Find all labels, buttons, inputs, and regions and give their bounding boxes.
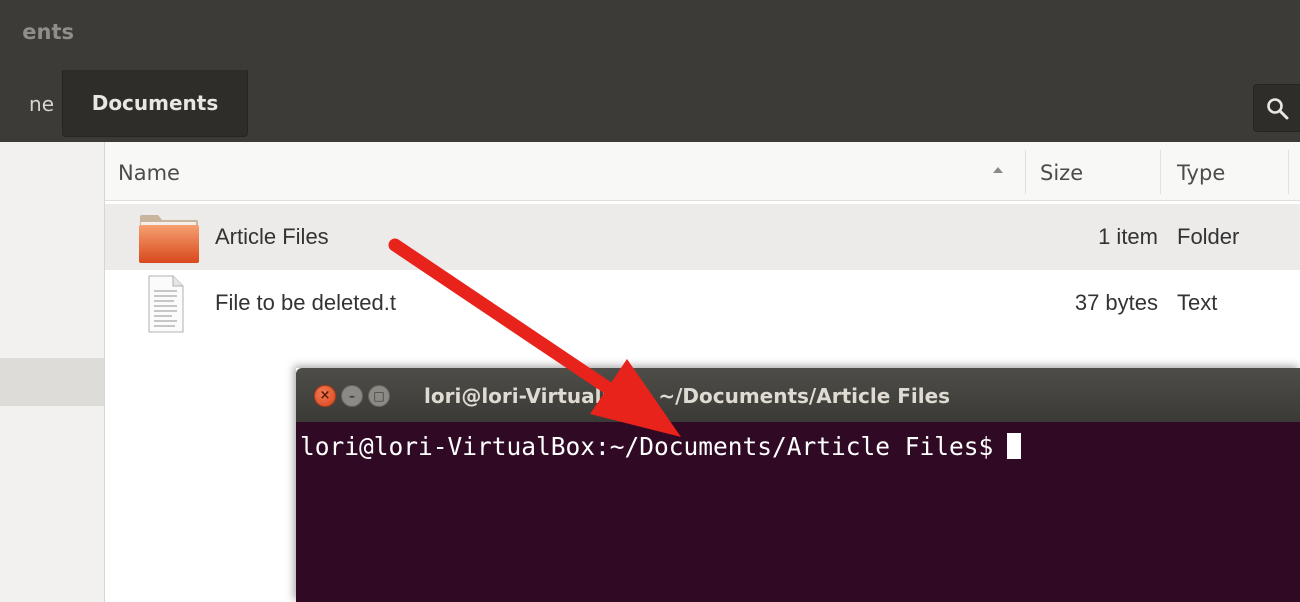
column-divider xyxy=(1160,150,1161,194)
search-button[interactable] xyxy=(1253,84,1300,132)
file-size: 37 bytes xyxy=(1074,290,1158,315)
minimize-button[interactable]: – xyxy=(341,385,363,407)
sidebar-selected-item[interactable] xyxy=(0,358,104,406)
file-name: File to be deleted.t xyxy=(215,290,397,315)
breadcrumb-home[interactable]: ne xyxy=(0,70,62,142)
column-divider xyxy=(1288,150,1289,194)
close-button[interactable]: × xyxy=(314,385,336,407)
maximize-icon: □ xyxy=(373,389,385,403)
file-size: 1 item xyxy=(1098,224,1158,249)
size-column-header[interactable]: Size xyxy=(1040,142,1083,200)
terminal-prompt-line: lori@lori-VirtualBox:~/Documents/Article… xyxy=(300,432,1022,461)
file-row[interactable]: File to be deleted.t 37 bytes Text xyxy=(105,270,1300,336)
close-icon: × xyxy=(319,388,331,403)
sidebar xyxy=(0,142,105,602)
text-file-icon xyxy=(148,275,184,333)
terminal-body[interactable]: lori@lori-VirtualBox:~/Documents/Article… xyxy=(296,422,1300,602)
search-icon xyxy=(1267,98,1289,120)
file-row[interactable]: Article Files 1 item Folder xyxy=(105,204,1300,270)
column-header: Name Size Type xyxy=(105,142,1300,201)
terminal-prompt: lori@lori-VirtualBox:~/Documents/Article… xyxy=(300,432,994,461)
terminal-title: lori@lori-VirtualBox: ~/Documents/Articl… xyxy=(424,384,951,408)
file-manager-titlebar: ents xyxy=(0,0,1300,70)
sort-ascending-icon xyxy=(993,167,1003,173)
column-divider xyxy=(1025,150,1026,194)
file-type: Folder xyxy=(1177,224,1240,249)
terminal-cursor xyxy=(1007,433,1022,459)
name-column-header[interactable]: Name xyxy=(118,142,180,200)
breadcrumb-documents[interactable]: Documents xyxy=(62,70,248,137)
file-name: Article Files xyxy=(215,224,329,249)
type-column-header[interactable]: Type xyxy=(1177,142,1225,200)
minimize-icon: – xyxy=(349,389,355,403)
folder-icon xyxy=(139,215,199,263)
path-bar: ne Documents xyxy=(0,70,1300,142)
maximize-button[interactable]: □ xyxy=(368,385,390,407)
file-type: Text xyxy=(1177,290,1218,315)
terminal-window[interactable]: × – □ lori@lori-VirtualBox: ~/Documents/… xyxy=(296,368,1300,602)
terminal-titlebar[interactable]: × – □ lori@lori-VirtualBox: ~/Documents/… xyxy=(296,368,1300,422)
window-title: ents xyxy=(22,20,74,44)
